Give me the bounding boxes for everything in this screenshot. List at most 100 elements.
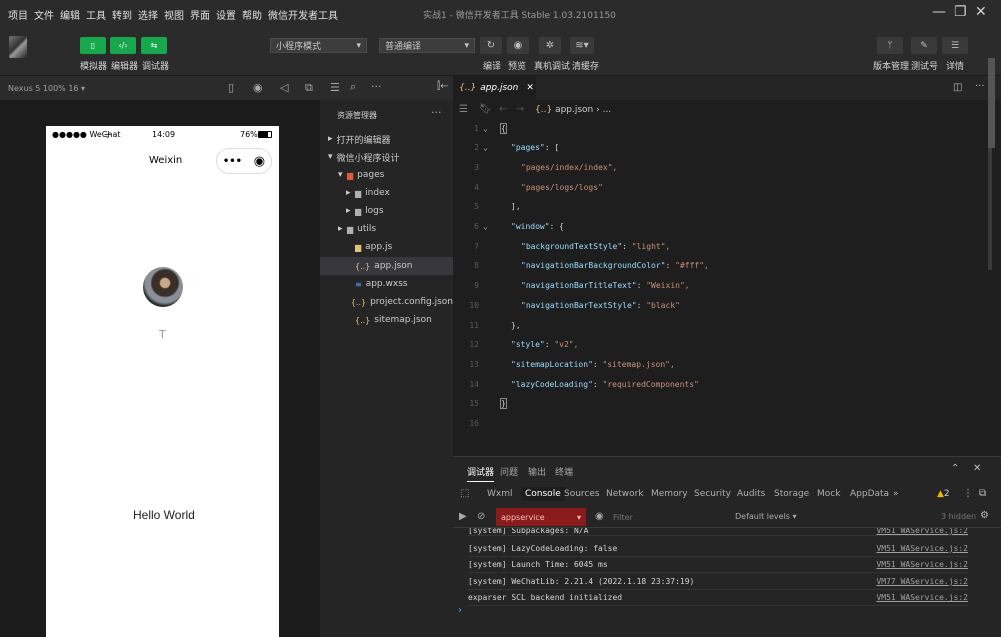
tree-item[interactable]: ▾ ▆ pages [320, 166, 453, 184]
console-tab[interactable]: Console [521, 487, 565, 501]
eye-icon[interactable]: ◉ [595, 511, 604, 522]
code-line[interactable]: 15} [453, 394, 983, 414]
console-tab[interactable]: Memory [651, 489, 688, 499]
menu-item[interactable]: 视图 [164, 7, 184, 22]
compile-button[interactable]: ↻ [480, 37, 502, 54]
menu-item[interactable]: 帮助 [242, 7, 262, 22]
tree-item[interactable]: ≡ app.wxss [320, 275, 453, 293]
tree-item[interactable]: ▸ ▆ index [320, 184, 453, 202]
code-line[interactable]: 4 "pages/logs/logs" [453, 177, 983, 197]
test-id-button[interactable]: ✎ [911, 37, 937, 54]
capsule-menu[interactable]: ••• ◉ [216, 148, 272, 174]
tree-item[interactable]: {..} project.config.json [320, 293, 453, 311]
code-line[interactable]: 11}, [453, 315, 983, 335]
tree-item[interactable]: ▸ ▆ logs [320, 202, 453, 220]
log-source-link[interactable]: VM77 WAService.js:2 [876, 577, 968, 586]
code-editor[interactable]: ☰ 🔖︎ ← → {..} app.json › ... 1 ⌄{2 ⌄ "pages… [453, 100, 1001, 456]
code-line[interactable]: 10 "navigationBarTextStyle": "black" [453, 295, 983, 315]
gear-icon[interactable]: ⚙ [980, 510, 989, 521]
console-tab[interactable]: Network [606, 489, 644, 499]
console-tab[interactable]: Mock [817, 489, 840, 499]
more-icon[interactable]: ··· [371, 80, 382, 93]
window-icon[interactable]: ⧉ [305, 81, 313, 95]
inspect-icon[interactable]: ⬚ [460, 488, 469, 499]
console-tab[interactable]: » [893, 489, 899, 499]
version-control-button[interactable]: ᛘ [877, 37, 903, 54]
chevron-up-icon[interactable]: ⌃ [951, 463, 959, 474]
code-line[interactable]: 13 "sitemapLocation": "sitemap.json", [453, 354, 983, 374]
code-line[interactable]: 7 "backgroundTextStyle": "light", [453, 236, 983, 256]
minimize-icon[interactable]: — [932, 4, 946, 20]
compile-select[interactable]: 普通编译 ▾ [379, 38, 475, 53]
close-icon[interactable]: ✕ [975, 4, 987, 20]
fold-icon[interactable]: ⌄ [483, 222, 495, 231]
tree-item[interactable]: {..} sitemap.json [320, 311, 453, 329]
list-icon[interactable]: ☰ [459, 104, 468, 115]
volume-icon[interactable]: ◁ [280, 81, 288, 94]
log-source-link[interactable]: VM51 WAService.js:2 [876, 528, 968, 535]
window-scrollbar[interactable] [988, 58, 995, 148]
debugger-toggle-button[interactable]: ⇆ [141, 37, 167, 54]
device-select[interactable]: Nexus 5 100% 16 ▾ [8, 84, 85, 93]
menu-item[interactable]: 界面 [190, 7, 210, 22]
console-tab[interactable]: Security [694, 489, 731, 499]
sidebar-toggle-icon[interactable]: ▶︎ [459, 511, 467, 522]
filter-input[interactable] [613, 509, 723, 525]
details-button[interactable]: ☰ [942, 37, 968, 54]
debug-tab[interactable]: 终端 [555, 465, 573, 478]
console-tab[interactable]: Storage [774, 489, 809, 499]
user-avatar[interactable] [9, 36, 27, 58]
breadcrumb[interactable]: {..} app.json › ... [535, 105, 611, 115]
close-mini-program-icon[interactable]: ◉ [254, 154, 265, 169]
bookmark-icon[interactable]: 🔖︎ [479, 104, 492, 115]
forward-arrow-icon[interactable]: → [516, 104, 524, 115]
dock-icon[interactable]: ⧉ [979, 488, 986, 499]
console-tab[interactable]: AppData [850, 489, 889, 499]
menu-item[interactable]: 设置 [216, 7, 236, 22]
code-line[interactable]: 12 "style": "v2", [453, 335, 983, 355]
phone-outline-icon[interactable]: ▯ [228, 81, 234, 94]
split-icon[interactable]: ⫿← [437, 81, 449, 92]
preview-button[interactable]: ◉ [507, 37, 529, 54]
log-source-link[interactable]: VM51 WAService.js:2 [876, 544, 968, 553]
more-dots-icon[interactable]: ••• [223, 156, 242, 167]
code-line[interactable]: 6 ⌄ "window": { [453, 217, 983, 237]
console-tab[interactable]: Audits [737, 489, 765, 499]
record-icon[interactable]: ◉ [253, 81, 263, 94]
user-avatar-image[interactable] [143, 267, 183, 307]
menu-item[interactable]: 编辑 [60, 7, 80, 22]
close-tab-icon[interactable]: ✕ [526, 83, 534, 93]
real-device-debug-button[interactable]: ✲ [539, 37, 561, 54]
code-line[interactable]: 9 "navigationBarTitleText": "Weixin", [453, 276, 983, 296]
open-editors-section[interactable]: ▸ 打开的编辑器 [320, 130, 453, 148]
debug-tab[interactable]: 输出 [528, 465, 546, 478]
clear-console-icon[interactable]: ⊘ [477, 511, 485, 522]
code-line[interactable]: 3 "pages/index/index", [453, 157, 983, 177]
log-source-link[interactable]: VM51 WAService.js:2 [876, 593, 968, 602]
debug-tab[interactable]: 调试器 [467, 465, 495, 482]
code-line[interactable]: 1 ⌄ { [453, 118, 983, 138]
context-select[interactable]: appservice ▾ [496, 508, 586, 526]
back-arrow-icon[interactable]: ← [499, 104, 507, 115]
tree-item[interactable]: {..} app.json [320, 257, 453, 275]
fold-icon[interactable]: ⌄ [483, 124, 495, 133]
code-line[interactable]: 2 ⌄ "pages": [ [453, 138, 983, 158]
console-tab[interactable]: Sources [564, 489, 600, 499]
project-section[interactable]: ▾ 微信小程序设计 [320, 148, 453, 166]
tree-item[interactable]: ▸ ▆ utils [320, 220, 453, 238]
code-line[interactable]: 14 "lazyCodeLoading": "requiredComponents… [453, 374, 983, 394]
debug-tab[interactable]: 问题 [500, 465, 518, 478]
maximize-icon[interactable]: ❐ [954, 4, 967, 20]
split-editor-icon[interactable]: ◫ [953, 82, 962, 93]
log-source-link[interactable]: VM51 WAService.js:2 [876, 560, 968, 569]
clear-cache-button[interactable]: ≋▾ [570, 37, 594, 54]
list-icon[interactable]: ☰ [330, 81, 340, 94]
code-line[interactable]: 8 "navigationBarBackgroundColor": "#fff", [453, 256, 983, 276]
menu-item[interactable]: 选择 [138, 7, 158, 22]
close-panel-icon[interactable]: ✕ [973, 463, 981, 474]
menu-item[interactable]: 微信开发者工具 [268, 7, 338, 22]
code-line[interactable]: 5], [453, 197, 983, 217]
more-icon[interactable]: ··· [975, 81, 985, 92]
simulator-toggle-button[interactable]: ▯ [80, 37, 106, 54]
menu-item[interactable]: 工具 [86, 7, 106, 22]
